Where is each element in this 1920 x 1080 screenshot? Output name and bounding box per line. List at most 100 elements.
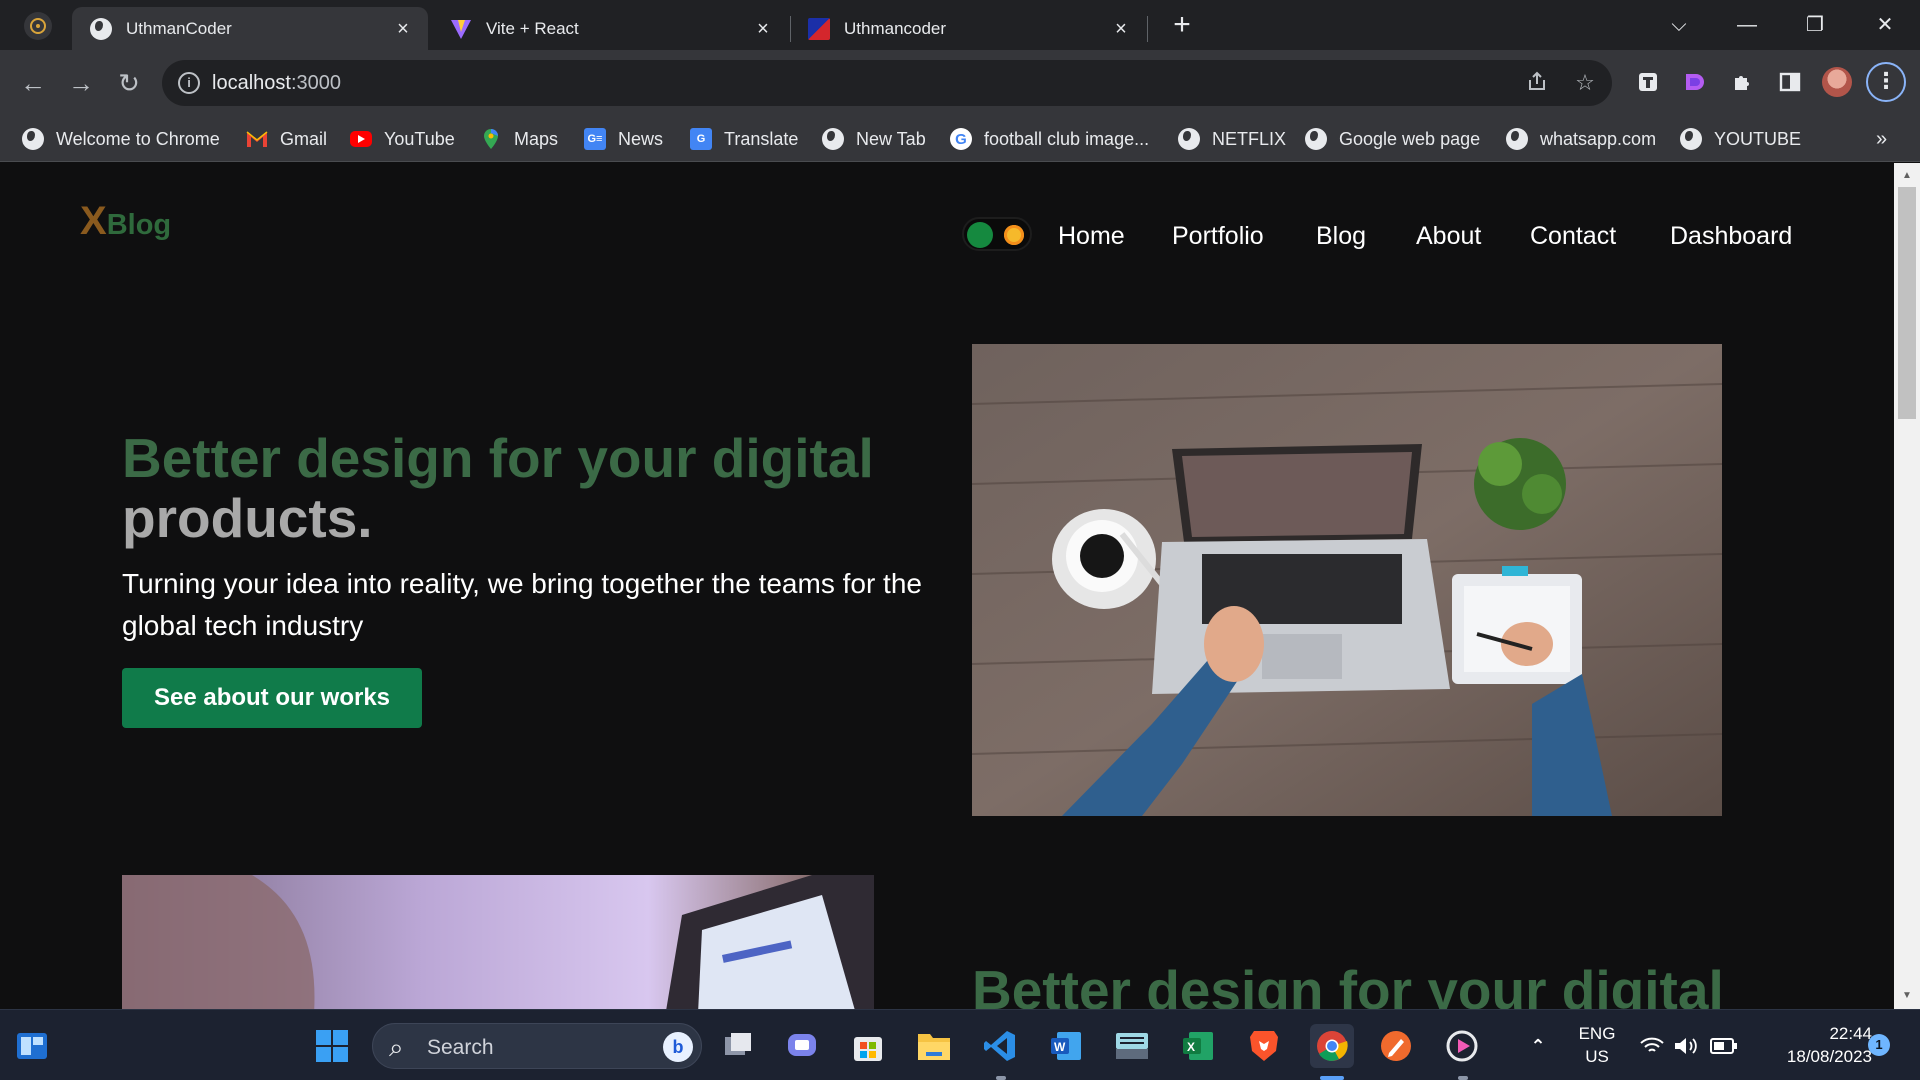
back-button[interactable]: ← xyxy=(16,66,50,100)
nav-blog[interactable]: Blog xyxy=(1316,222,1366,251)
nav-about[interactable]: About xyxy=(1416,222,1481,251)
forward-button[interactable]: → xyxy=(64,66,98,100)
clock-time[interactable]: 22:44 xyxy=(1752,1024,1872,1044)
tab-strip: UthmanCoder × Vite + React × Uthmancoder… xyxy=(0,0,1920,50)
extensions-puzzle-icon[interactable] xyxy=(1728,68,1756,96)
excel-icon[interactable]: X xyxy=(1178,1026,1218,1066)
nav-dashboard[interactable]: Dashboard xyxy=(1670,222,1792,251)
drawing-app-icon[interactable] xyxy=(1376,1026,1416,1066)
globe-icon xyxy=(822,128,844,150)
nav-portfolio[interactable]: Portfolio xyxy=(1172,222,1264,251)
teams-chat-icon[interactable] xyxy=(782,1026,822,1066)
microsoft-store-icon[interactable] xyxy=(848,1026,888,1066)
tab-title: UthmanCoder xyxy=(126,18,232,38)
address-bar[interactable]: i localhost:3000 ☆ xyxy=(162,60,1612,106)
url-text[interactable]: localhost:3000 xyxy=(212,72,341,95)
bookmarks-overflow-chevron-icon[interactable]: » xyxy=(1876,128,1887,151)
nav-home[interactable]: Home xyxy=(1058,222,1125,251)
globe-icon xyxy=(1506,128,1528,150)
reload-button[interactable]: ↻ xyxy=(112,66,146,100)
input-region[interactable]: US xyxy=(1576,1047,1618,1067)
close-icon[interactable]: × xyxy=(392,18,414,40)
close-icon[interactable]: × xyxy=(752,18,774,40)
svg-text:W: W xyxy=(1054,1040,1066,1054)
bookmark-star-icon[interactable]: ☆ xyxy=(1572,70,1598,96)
site-logo[interactable]: XBlog xyxy=(80,199,171,244)
word-icon[interactable]: W xyxy=(1046,1026,1086,1066)
globe-icon xyxy=(1305,128,1327,150)
bing-icon[interactable]: b xyxy=(663,1032,693,1062)
close-icon[interactable]: × xyxy=(1110,18,1132,40)
site-info-icon[interactable]: i xyxy=(178,72,200,94)
bookmark-netflix[interactable]: NETFLIX xyxy=(1178,123,1286,155)
volume-icon[interactable] xyxy=(1666,1026,1706,1066)
tab-uthmancoder[interactable]: UthmanCoder × xyxy=(72,7,428,50)
hero-title-green: Better design for your digital xyxy=(122,427,874,489)
bookmark-youtube-caps[interactable]: YOUTUBE xyxy=(1680,123,1801,155)
side-panel-icon[interactable] xyxy=(1776,68,1804,96)
bookmark-label: New Tab xyxy=(856,128,926,149)
bookmark-gmail[interactable]: Gmail xyxy=(246,123,327,155)
close-window-button[interactable]: ✕ xyxy=(1870,10,1900,40)
bookmark-label: NETFLIX xyxy=(1212,128,1287,149)
brave-browser-icon[interactable] xyxy=(1244,1026,1284,1066)
widgets-icon[interactable] xyxy=(12,1026,52,1066)
touch-keyboard-icon[interactable] xyxy=(1112,1026,1152,1066)
globe-icon xyxy=(1680,128,1702,150)
windows-taskbar: ⌕ Search b W X ⌃ ENG US 22:44 18/08/2023… xyxy=(0,1009,1920,1080)
extension-purple-icon[interactable] xyxy=(1680,68,1708,96)
search-icon: ⌕ xyxy=(389,1032,404,1062)
scroll-up-arrow-icon[interactable]: ▲ xyxy=(1900,169,1914,183)
bookmark-whatsapp[interactable]: whatsapp.com xyxy=(1506,123,1656,155)
profile-avatar[interactable] xyxy=(1822,67,1852,97)
chrome-profile-icon[interactable] xyxy=(24,12,52,40)
globe-icon xyxy=(90,17,112,40)
chrome-icon[interactable] xyxy=(1310,1024,1354,1068)
tray-chevron-up-icon[interactable]: ⌃ xyxy=(1518,1026,1558,1066)
see-works-button[interactable]: See about our works xyxy=(122,668,422,728)
clock-date[interactable]: 18/08/2023 xyxy=(1752,1047,1872,1067)
active-indicator xyxy=(1320,1076,1344,1080)
extension-t-icon[interactable] xyxy=(1634,68,1662,96)
scroll-down-arrow-icon[interactable]: ▼ xyxy=(1900,989,1914,1003)
bookmark-youtube[interactable]: YouTube xyxy=(350,123,455,155)
tab-search-chevron-down-icon[interactable]: ⌵ xyxy=(1664,10,1694,40)
youtube-icon xyxy=(350,131,372,147)
restore-button[interactable]: ❐ xyxy=(1800,10,1830,40)
tab-vite-react[interactable]: Vite + React × xyxy=(432,7,788,50)
bookmark-welcome-to-chrome[interactable]: Welcome to Chrome xyxy=(22,123,220,155)
logo-text: Blog xyxy=(106,209,172,241)
nav-contact[interactable]: Contact xyxy=(1530,222,1616,251)
bookmark-new-tab[interactable]: New Tab xyxy=(822,123,926,155)
new-tab-button[interactable]: + xyxy=(1168,10,1196,40)
media-player-icon[interactable] xyxy=(1442,1026,1482,1066)
minimize-button[interactable]: — xyxy=(1732,10,1762,40)
task-view-icon[interactable] xyxy=(718,1026,758,1066)
chrome-menu-button[interactable]: ⋮ xyxy=(1866,62,1906,102)
theme-toggle[interactable] xyxy=(962,217,1032,251)
battery-icon[interactable] xyxy=(1704,1026,1744,1066)
input-language[interactable]: ENG xyxy=(1576,1024,1618,1044)
vscode-icon[interactable] xyxy=(980,1026,1020,1066)
page-scrollbar[interactable]: ▲ ▼ xyxy=(1894,163,1920,1009)
bookmark-translate[interactable]: G Translate xyxy=(690,123,798,155)
taskbar-search[interactable]: ⌕ Search b xyxy=(372,1023,702,1069)
maps-icon xyxy=(480,128,502,150)
uthmancoder-icon xyxy=(808,17,830,40)
share-icon[interactable] xyxy=(1524,70,1550,96)
notification-badge[interactable]: 1 xyxy=(1868,1034,1890,1056)
bookmark-label: whatsapp.com xyxy=(1540,128,1657,149)
windows-start-icon[interactable] xyxy=(312,1026,352,1066)
bookmark-news[interactable]: G≡ News xyxy=(584,123,663,155)
bookmark-maps[interactable]: Maps xyxy=(480,123,558,155)
file-explorer-icon[interactable] xyxy=(914,1026,954,1066)
scroll-thumb[interactable] xyxy=(1898,187,1916,419)
bookmark-football-club-image[interactable]: Gfootball club image... xyxy=(950,123,1149,155)
web-page: XBlog Home Portfolio Blog About Contact … xyxy=(0,163,1894,1009)
news-icon: G≡ xyxy=(584,128,606,150)
url-port: :3000 xyxy=(290,72,341,94)
tab-uthmancoder-2[interactable]: Uthmancoder × xyxy=(790,7,1146,50)
bookmark-google-web-page[interactable]: Google web page xyxy=(1305,123,1480,155)
toggle-knob xyxy=(967,222,993,248)
section2-image xyxy=(122,875,874,1009)
